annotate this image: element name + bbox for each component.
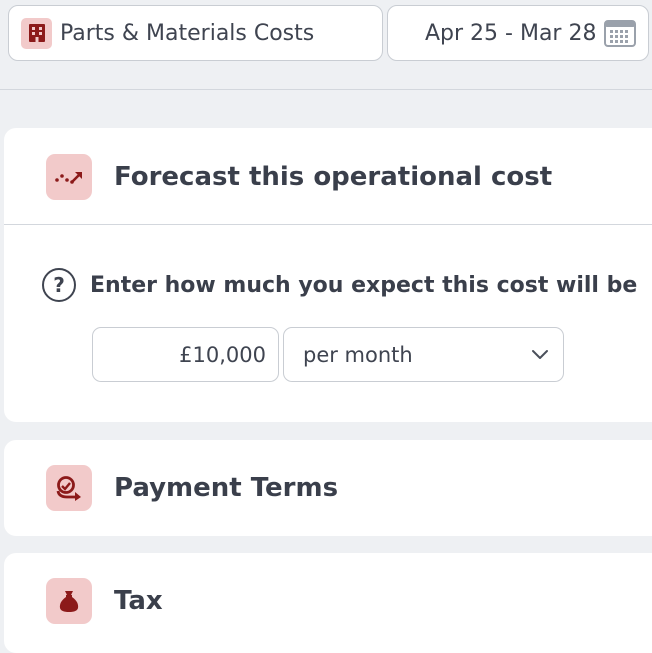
date-range-label: Apr 25 - Mar 28 [425, 20, 597, 46]
category-label: Parts & Materials Costs [60, 20, 315, 46]
period-select[interactable]: per month [283, 327, 564, 382]
building-icon [21, 17, 52, 49]
forecast-card: Forecast this operational cost ? Enter h… [4, 128, 652, 422]
payment-terms-title: Payment Terms [114, 473, 339, 503]
forecast-header[interactable]: Forecast this operational cost [46, 154, 652, 200]
tax-card[interactable]: Tax [4, 553, 652, 653]
category-selector[interactable]: Parts & Materials Costs [8, 5, 383, 61]
period-value: per month [303, 342, 413, 367]
divider [4, 224, 652, 225]
tax-title: Tax [114, 586, 163, 616]
forecast-question: ? Enter how much you expect this cost wi… [42, 268, 637, 302]
date-range-picker[interactable]: Apr 25 - Mar 28 [387, 5, 649, 61]
help-icon[interactable]: ? [42, 268, 76, 302]
money-bag-icon [46, 578, 92, 624]
top-bar: Parts & Materials Costs Apr 25 - Mar 28 [0, 0, 652, 90]
tax-header[interactable]: Tax [46, 578, 652, 624]
payment-terms-header[interactable]: Payment Terms [46, 465, 652, 511]
calendar-icon [604, 18, 636, 48]
payment-terms-icon [46, 465, 92, 511]
chevron-down-icon [531, 345, 549, 364]
question-label: Enter how much you expect this cost will… [90, 272, 638, 298]
forecast-title: Forecast this operational cost [114, 162, 553, 192]
payment-terms-card[interactable]: Payment Terms [4, 440, 652, 536]
trend-up-icon [46, 154, 92, 200]
amount-input[interactable] [92, 327, 279, 382]
